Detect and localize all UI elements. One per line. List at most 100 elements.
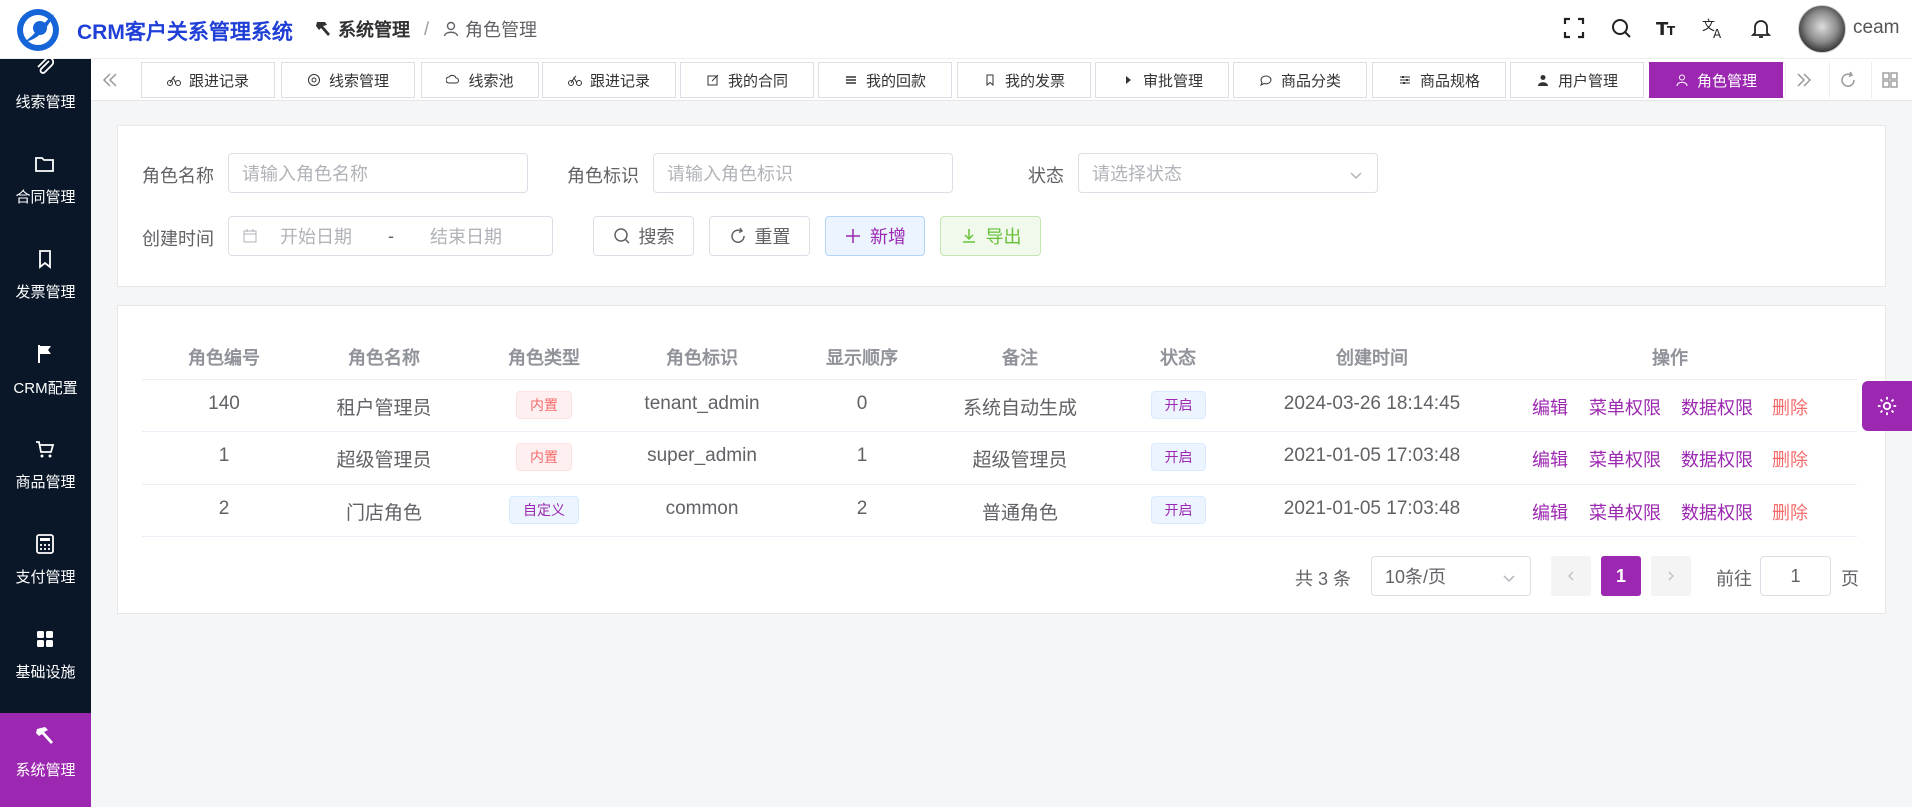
tab-product-specs[interactable]: 商品规格 bbox=[1372, 62, 1506, 98]
row-divider bbox=[142, 379, 1857, 380]
tab-label: 我的发票 bbox=[1004, 72, 1065, 90]
tab-label: 我的合同 bbox=[727, 72, 788, 90]
tab-label: 审批管理 bbox=[1142, 72, 1203, 90]
tab-follow-up-2[interactable]: 跟进记录 bbox=[542, 62, 676, 98]
chevron-down-icon bbox=[1350, 172, 1362, 180]
reset-button[interactable]: 重置 bbox=[709, 216, 810, 256]
tabs-menu[interactable] bbox=[1871, 62, 1907, 98]
col-role-key[interactable]: 角色标识 bbox=[640, 344, 764, 370]
search-icon[interactable] bbox=[1609, 16, 1633, 40]
data-permission-link[interactable]: 数据权限 bbox=[1681, 499, 1753, 525]
bell-icon[interactable] bbox=[1749, 16, 1773, 40]
data-permission-link[interactable]: 数据权限 bbox=[1681, 394, 1753, 420]
reset-button-label: 重置 bbox=[754, 227, 791, 247]
edit-link[interactable]: 编辑 bbox=[1532, 499, 1568, 525]
role-name-input[interactable]: 请输入角色名称 bbox=[228, 153, 528, 193]
cell-created-time: 2021-01-05 17:03:48 bbox=[1283, 445, 1461, 466]
tab-leads[interactable]: 线索管理 bbox=[281, 62, 415, 98]
fullscreen-icon[interactable] bbox=[1562, 16, 1586, 40]
cell-role-id: 2 bbox=[218, 498, 230, 519]
tab-users[interactable]: 用户管理 bbox=[1510, 62, 1644, 98]
tab-label: 商品规格 bbox=[1419, 72, 1480, 90]
created-time-label: 创建时间 bbox=[142, 229, 214, 249]
role-type-tag: 自定义 bbox=[509, 496, 579, 524]
tab-my-contracts[interactable]: 我的合同 bbox=[680, 62, 814, 98]
breadcrumb-system[interactable]: 系统管理 bbox=[314, 16, 410, 42]
svg-text:T: T bbox=[1667, 24, 1676, 38]
delete-link[interactable]: 删除 bbox=[1772, 394, 1808, 420]
cell-role-key: common bbox=[665, 498, 739, 519]
menu-permission-link[interactable]: 菜单权限 bbox=[1589, 499, 1661, 525]
folder-icon bbox=[35, 157, 54, 172]
tab-label: 跟进记录 bbox=[589, 72, 650, 90]
col-remark[interactable]: 备注 bbox=[958, 344, 1082, 370]
refresh-icon bbox=[730, 227, 745, 243]
cell-created-time: 2024-03-26 18:14:45 bbox=[1283, 393, 1461, 414]
tab-follow-up[interactable]: 跟进记录 bbox=[141, 62, 275, 98]
sidebar-item-products[interactable]: 商品管理 bbox=[0, 429, 91, 524]
avatar[interactable] bbox=[1798, 5, 1846, 53]
row-divider bbox=[142, 431, 1857, 432]
sidebar-item-label: 系统管理 bbox=[15, 762, 76, 779]
goto-page-input[interactable]: 1 bbox=[1760, 556, 1831, 596]
role-name-label: 角色名称 bbox=[142, 166, 214, 186]
add-button[interactable]: 新增 bbox=[825, 216, 925, 256]
font-size-icon[interactable]: TT bbox=[1655, 16, 1679, 40]
sidebar-item-contracts[interactable]: 合同管理 bbox=[0, 144, 91, 239]
delete-link[interactable]: 删除 bbox=[1772, 446, 1808, 472]
data-permission-link[interactable]: 数据权限 bbox=[1681, 446, 1753, 472]
sidebar-item-label: 商品管理 bbox=[15, 474, 76, 491]
col-role-name[interactable]: 角色名称 bbox=[322, 344, 446, 370]
col-status[interactable]: 状态 bbox=[1116, 344, 1240, 370]
tab-lead-pool[interactable]: 线索池 bbox=[421, 62, 539, 98]
export-button[interactable]: 导出 bbox=[940, 216, 1041, 256]
translate-icon[interactable]: 文A bbox=[1702, 16, 1726, 40]
start-date-input[interactable]: 开始日期 bbox=[280, 223, 352, 249]
role-key-label: 角色标识 bbox=[567, 166, 639, 186]
edit-link[interactable]: 编辑 bbox=[1532, 394, 1568, 420]
page-size-select[interactable]: 10条/页 bbox=[1371, 556, 1531, 596]
role-type-tag: 内置 bbox=[516, 391, 572, 419]
col-created-time[interactable]: 创建时间 bbox=[1310, 344, 1434, 370]
delete-link[interactable]: 删除 bbox=[1772, 499, 1808, 525]
next-page-button[interactable] bbox=[1651, 556, 1691, 596]
sidebar-item-payments[interactable]: 支付管理 bbox=[0, 524, 91, 619]
menu-permission-link[interactable]: 菜单权限 bbox=[1589, 394, 1661, 420]
end-date-input[interactable]: 结束日期 bbox=[430, 223, 502, 249]
top-header: CRM客户关系管理系统 系统管理 / 角色管理 TT 文A ceam bbox=[0, 0, 1912, 59]
sidebar-item-infrastructure[interactable]: 基础设施 bbox=[0, 619, 91, 714]
status-select[interactable]: 请选择状态 bbox=[1078, 153, 1378, 193]
col-role-type[interactable]: 角色类型 bbox=[482, 344, 606, 370]
sidebar-item-system[interactable]: 系统管理 bbox=[0, 713, 91, 807]
logo-icon[interactable] bbox=[14, 6, 62, 54]
search-button[interactable]: 搜索 bbox=[593, 216, 694, 256]
edit-icon bbox=[707, 74, 719, 86]
tabs-scroll-right[interactable] bbox=[1785, 62, 1821, 98]
role-key-input[interactable]: 请输入角色标识 bbox=[653, 153, 953, 193]
clip-icon bbox=[37, 56, 55, 74]
cell-role-key: tenant_admin bbox=[644, 393, 760, 414]
page-number-current[interactable]: 1 bbox=[1601, 556, 1641, 596]
tab-approvals[interactable]: 审批管理 bbox=[1095, 62, 1229, 98]
prev-page-button[interactable] bbox=[1551, 556, 1591, 596]
tabs-refresh[interactable] bbox=[1829, 62, 1865, 98]
sidebar-item-leads[interactable]: 线索管理 bbox=[0, 49, 91, 144]
tabs-scroll-left[interactable] bbox=[92, 62, 128, 98]
goto-label: 前往 bbox=[1716, 569, 1752, 589]
col-role-id[interactable]: 角色编号 bbox=[162, 344, 286, 370]
cell-role-name: 超级管理员 bbox=[336, 450, 432, 471]
tab-product-categories[interactable]: 商品分类 bbox=[1233, 62, 1367, 98]
menu-permission-link[interactable]: 菜单权限 bbox=[1589, 446, 1661, 472]
download-icon bbox=[962, 229, 975, 243]
date-range-picker[interactable]: 开始日期 - 结束日期 bbox=[228, 216, 553, 256]
settings-button[interactable] bbox=[1862, 381, 1912, 431]
sidebar-item-crm-config[interactable]: CRM配置 bbox=[0, 334, 91, 429]
edit-link[interactable]: 编辑 bbox=[1532, 446, 1568, 472]
sidebar-item-invoices[interactable]: 发票管理 bbox=[0, 239, 91, 334]
tab-my-invoices[interactable]: 我的发票 bbox=[957, 62, 1091, 98]
bookmark-icon bbox=[39, 250, 51, 269]
tab-my-receivables[interactable]: 我的回款 bbox=[818, 62, 952, 98]
tab-roles[interactable]: 角色管理 bbox=[1649, 62, 1783, 98]
col-sort-order[interactable]: 显示顺序 bbox=[800, 344, 924, 370]
username[interactable]: ceam bbox=[1853, 17, 1899, 39]
